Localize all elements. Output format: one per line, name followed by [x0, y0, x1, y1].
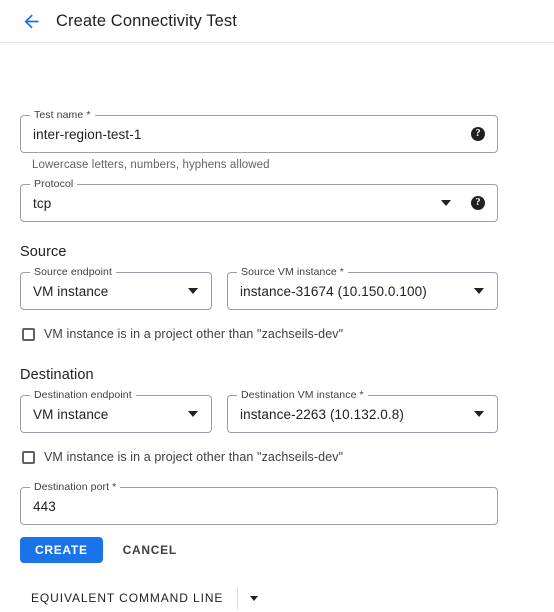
page-title: Create Connectivity Test	[56, 11, 237, 30]
destination-section-title: Destination	[20, 367, 94, 383]
form-actions: CREATE CANCEL	[20, 537, 187, 563]
source-vm-instance-field[interactable]: Source VM instance * instance-31674 (10.…	[227, 266, 498, 310]
destination-vm-instance-value[interactable]: instance-2263 (10.132.0.8)	[228, 407, 474, 422]
source-endpoint-value[interactable]: VM instance	[21, 284, 188, 299]
test-name-label: Test name *	[30, 109, 95, 121]
app-header: Create Connectivity Test	[0, 0, 554, 43]
protocol-field[interactable]: Protocol tcp ?	[20, 178, 498, 222]
destination-vm-instance-field[interactable]: Destination VM instance * instance-2263 …	[227, 389, 498, 433]
destination-vm-instance-chevron-down-icon[interactable]	[474, 411, 484, 417]
source-endpoint-label: Source endpoint	[30, 266, 116, 278]
test-name-field[interactable]: Test name * inter-region-test-1 ?	[20, 109, 498, 153]
destination-endpoint-value[interactable]: VM instance	[21, 407, 188, 422]
test-name-help-icon[interactable]: ?	[471, 127, 485, 141]
equivalent-command-line-button[interactable]: EQUIVALENT COMMAND LINE	[19, 591, 235, 605]
back-button[interactable]	[18, 8, 44, 34]
destination-vm-instance-label: Destination VM instance *	[237, 389, 368, 401]
source-endpoint-field[interactable]: Source endpoint VM instance	[20, 266, 212, 310]
create-button[interactable]: CREATE	[20, 537, 103, 563]
source-vm-instance-label: Source VM instance *	[237, 266, 348, 278]
protocol-select-value[interactable]: tcp	[21, 196, 441, 211]
test-name-input[interactable]: inter-region-test-1	[21, 127, 471, 142]
source-other-project-label: VM instance is in a project other than "…	[44, 327, 344, 341]
protocol-chevron-down-icon[interactable]	[441, 200, 451, 206]
destination-other-project-checkbox[interactable]	[22, 450, 35, 464]
test-name-hint: Lowercase letters, numbers, hyphens allo…	[32, 159, 270, 171]
destination-port-label: Destination port *	[30, 481, 121, 493]
protocol-help-icon[interactable]: ?	[471, 196, 485, 210]
arrow-left-icon	[24, 14, 38, 28]
destination-port-input[interactable]: 443	[21, 499, 497, 514]
command-line-divider	[237, 587, 239, 609]
cancel-button[interactable]: CANCEL	[113, 537, 187, 563]
equivalent-command-line-bar: EQUIVALENT COMMAND LINE	[19, 584, 268, 612]
destination-other-project-label: VM instance is in a project other than "…	[44, 450, 344, 464]
source-other-project-row[interactable]: VM instance is in a project other than "…	[20, 327, 343, 341]
source-other-project-checkbox[interactable]	[22, 327, 35, 341]
destination-endpoint-field[interactable]: Destination endpoint VM instance	[20, 389, 212, 433]
source-section-title: Source	[20, 244, 67, 260]
destination-port-field[interactable]: Destination port * 443	[20, 481, 498, 525]
destination-endpoint-label: Destination endpoint	[30, 389, 136, 401]
destination-endpoint-chevron-down-icon[interactable]	[188, 411, 198, 417]
source-vm-instance-chevron-down-icon[interactable]	[474, 288, 484, 294]
protocol-label: Protocol	[30, 178, 78, 190]
source-endpoint-chevron-down-icon[interactable]	[188, 288, 198, 294]
source-vm-instance-value[interactable]: instance-31674 (10.150.0.100)	[228, 284, 474, 299]
destination-other-project-row[interactable]: VM instance is in a project other than "…	[20, 450, 343, 464]
